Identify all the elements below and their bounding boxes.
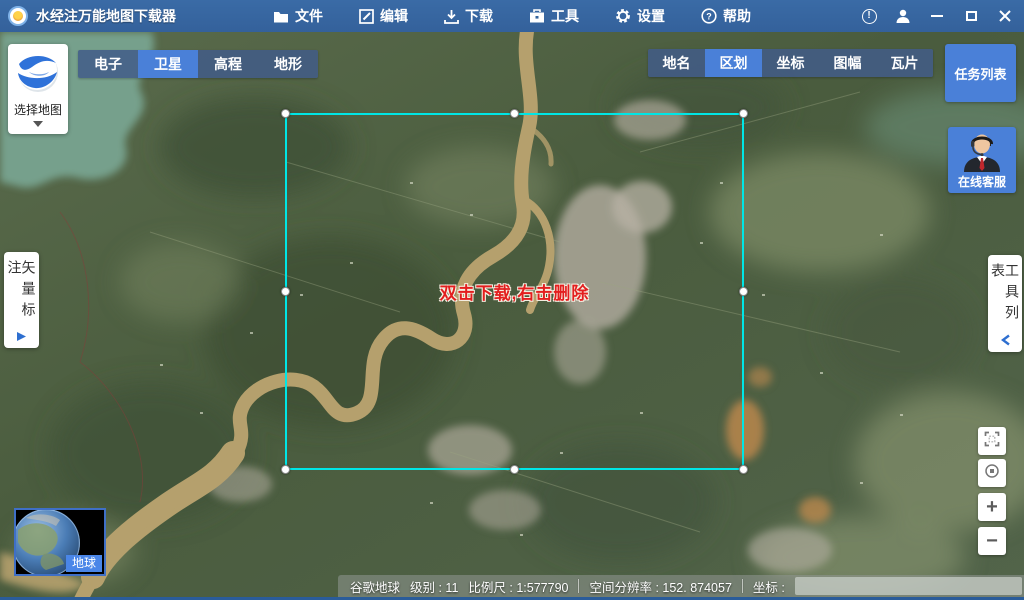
vector-annotation-label: 矢量标注 — [8, 260, 36, 325]
map-type-satellite[interactable]: 卫星 — [138, 50, 198, 78]
zoom-in-button[interactable]: + — [978, 493, 1006, 521]
menu-edit-label: 编辑 — [380, 6, 408, 26]
toolbox-icon — [529, 9, 545, 23]
close-icon[interactable] — [992, 4, 1018, 28]
status-separator — [578, 579, 579, 593]
menu-download[interactable]: 下载 — [444, 6, 493, 26]
support-agent-avatar — [960, 128, 1004, 173]
minimap[interactable]: 地球 — [14, 508, 106, 576]
overlay-mapsheets[interactable]: 图幅 — [819, 49, 876, 77]
selection-handle-sw[interactable] — [281, 465, 290, 474]
menu-help-label: 帮助 — [723, 6, 751, 26]
info-icon[interactable]: ! — [856, 4, 882, 28]
app-logo-icon — [8, 6, 28, 26]
menu-file[interactable]: 文件 — [273, 6, 323, 26]
overlay-tiles[interactable]: 瓦片 — [876, 49, 933, 77]
status-map-source: 谷歌地球 — [350, 577, 400, 596]
coordinate-display-box — [795, 577, 1022, 595]
tool-list-label: 工具列表 — [991, 263, 1019, 328]
selection-handle-w[interactable] — [281, 287, 290, 296]
minimize-icon[interactable] — [924, 4, 950, 28]
tool-list-panel[interactable]: 工具列表 — [988, 255, 1022, 352]
arrow-right-icon — [16, 325, 27, 342]
google-earth-icon — [15, 48, 61, 99]
help-icon: ? — [701, 8, 717, 24]
selection-handle-se[interactable] — [739, 465, 748, 474]
folder-icon — [273, 10, 289, 23]
svg-text:?: ? — [706, 11, 712, 21]
locate-button[interactable] — [978, 459, 1006, 487]
menu-bar: 文件 编辑 下载 — [273, 6, 751, 26]
overlay-bar: 地名 区划 坐标 图幅 瓦片 — [648, 49, 933, 77]
maximize-icon[interactable] — [958, 4, 984, 28]
app-window: 双击下载,右击删除 水经注万能地图下载器 文件 编辑 — [0, 0, 1024, 600]
selection-hint-text: 双击下载,右击删除 — [440, 279, 590, 304]
locate-icon — [984, 463, 1000, 484]
menu-tools[interactable]: 工具 — [529, 6, 579, 26]
arrow-left-icon — [1000, 328, 1011, 346]
selection-handle-ne[interactable] — [739, 109, 748, 118]
status-resolution: 空间分辨率 : 152. 874057 — [589, 577, 731, 596]
minimap-earth-label: 地球 — [66, 555, 102, 572]
overlay-districts[interactable]: 区划 — [705, 49, 762, 77]
zoom-out-button[interactable]: − — [978, 527, 1006, 555]
menu-file-label: 文件 — [295, 6, 323, 26]
menu-settings-label: 设置 — [637, 6, 665, 26]
menu-tools-label: 工具 — [551, 6, 579, 26]
edit-icon — [359, 9, 374, 24]
fullscreen-icon — [984, 431, 1000, 452]
menu-settings[interactable]: 设置 — [615, 6, 665, 26]
download-selection-rectangle[interactable]: 双击下载,右击删除 — [285, 113, 744, 470]
customer-service-label: 在线客服 — [958, 173, 1006, 193]
selection-handle-e[interactable] — [739, 287, 748, 296]
download-icon — [444, 9, 459, 24]
vector-annotation-panel[interactable]: 矢量标注 — [4, 252, 39, 348]
selection-handle-s[interactable] — [510, 465, 519, 474]
customer-service-button[interactable]: 在线客服 — [948, 127, 1016, 193]
selection-handle-n[interactable] — [510, 109, 519, 118]
user-icon[interactable] — [890, 4, 916, 28]
map-type-electronic[interactable]: 电子 — [78, 50, 138, 78]
gear-icon — [615, 8, 631, 24]
menu-download-label: 下载 — [465, 6, 493, 26]
status-coordinate-label: 坐标 : — [753, 577, 785, 596]
select-map-button[interactable]: 选择地图 — [8, 44, 68, 134]
fullscreen-button[interactable] — [978, 427, 1006, 455]
task-list-button[interactable]: 任务列表 — [945, 44, 1016, 102]
status-zoom-level: 级别 : 11 — [410, 577, 458, 596]
title-bar: 水经注万能地图下载器 文件 编辑 下载 — [0, 0, 1024, 32]
app-title: 水经注万能地图下载器 — [36, 6, 176, 26]
overlay-coordinates[interactable]: 坐标 — [762, 49, 819, 77]
selection-handle-nw[interactable] — [281, 109, 290, 118]
status-scale: 比例尺 : 1:577790 — [468, 577, 568, 596]
menu-help[interactable]: ? 帮助 — [701, 6, 751, 26]
map-type-terrain[interactable]: 地形 — [258, 50, 318, 78]
map-type-elevation[interactable]: 高程 — [198, 50, 258, 78]
select-map-label: 选择地图 — [14, 101, 62, 118]
map-type-bar: 电子 卫星 高程 地形 — [78, 50, 318, 78]
window-controls: ! — [856, 4, 1018, 28]
chevron-down-icon — [33, 121, 43, 127]
status-bar: 谷歌地球 级别 : 11 比例尺 : 1:577790 空间分辨率 : 152.… — [338, 575, 1024, 597]
overlay-placenames[interactable]: 地名 — [648, 49, 705, 77]
menu-edit[interactable]: 编辑 — [359, 6, 408, 26]
status-separator — [742, 579, 743, 593]
